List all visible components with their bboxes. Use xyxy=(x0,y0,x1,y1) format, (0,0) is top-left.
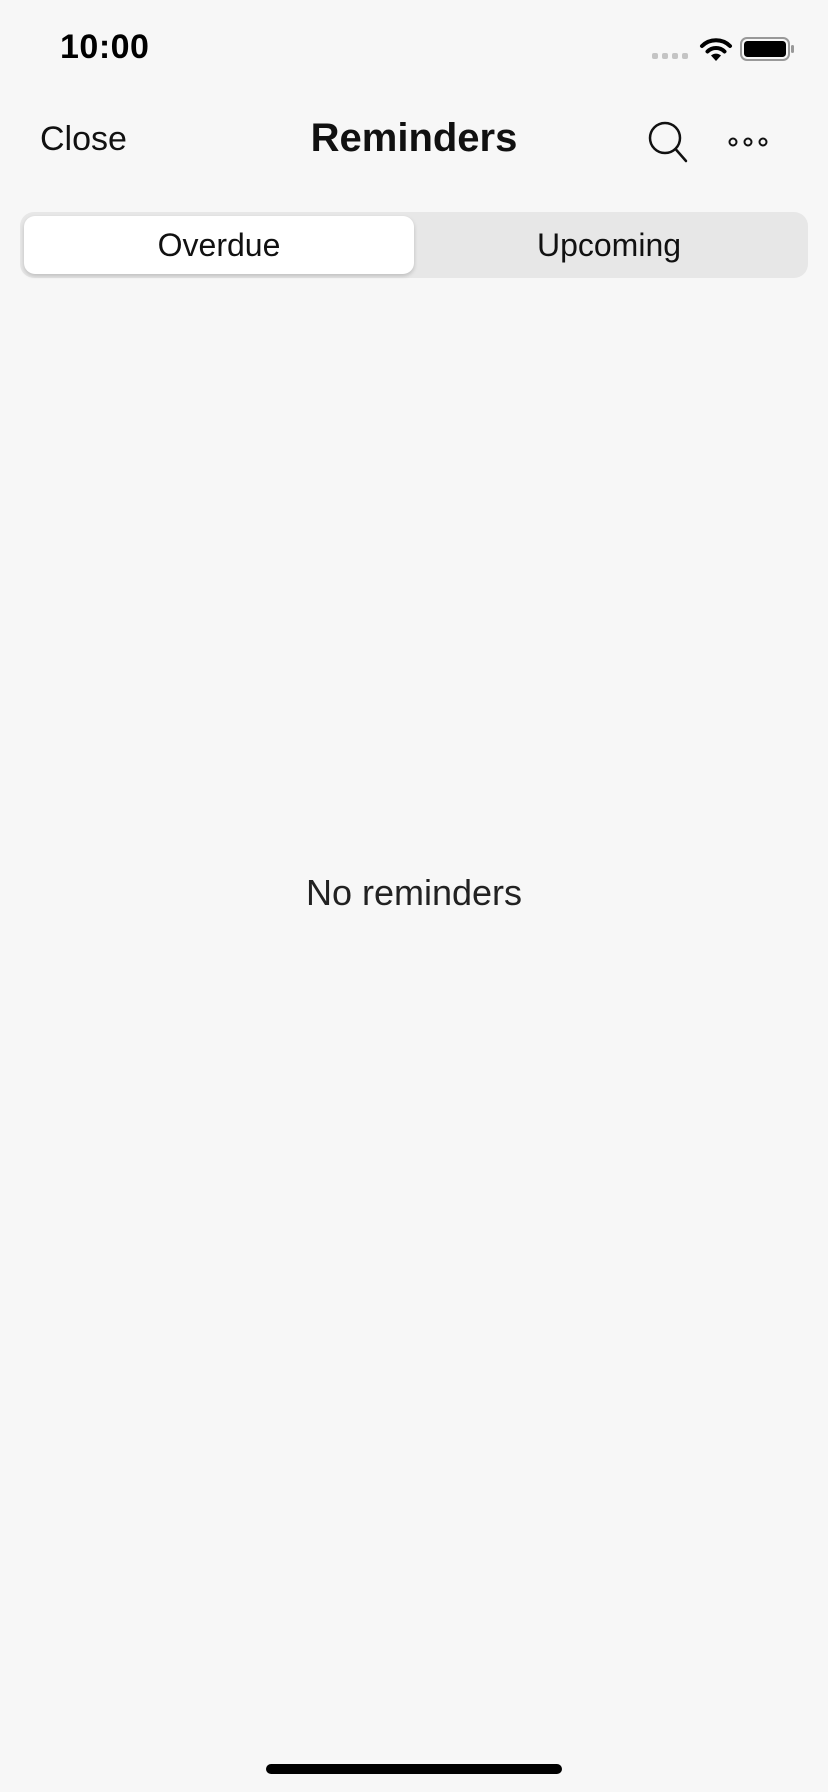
wifi-icon xyxy=(700,38,732,61)
empty-state-message: No reminders xyxy=(305,872,523,913)
reminders-screen: 10:00 Close Reminders Overdue Upcoming N… xyxy=(0,0,828,1792)
search-button[interactable] xyxy=(644,118,692,166)
cellular-signal-icon xyxy=(652,53,688,59)
status-time: 10:00 xyxy=(60,28,150,66)
search-icon xyxy=(648,121,688,163)
more-horizontal-icon xyxy=(728,137,768,147)
tab-upcoming[interactable]: Upcoming xyxy=(414,216,804,274)
battery-icon xyxy=(740,37,794,61)
segmented-control: Overdue Upcoming xyxy=(20,212,808,278)
more-button[interactable] xyxy=(722,120,776,164)
tab-overdue[interactable]: Overdue xyxy=(24,216,414,274)
home-indicator[interactable] xyxy=(266,1764,562,1774)
nav-bar: Close Reminders xyxy=(0,100,828,180)
close-button[interactable]: Close xyxy=(40,120,127,159)
status-bar: 10:00 xyxy=(0,0,828,100)
